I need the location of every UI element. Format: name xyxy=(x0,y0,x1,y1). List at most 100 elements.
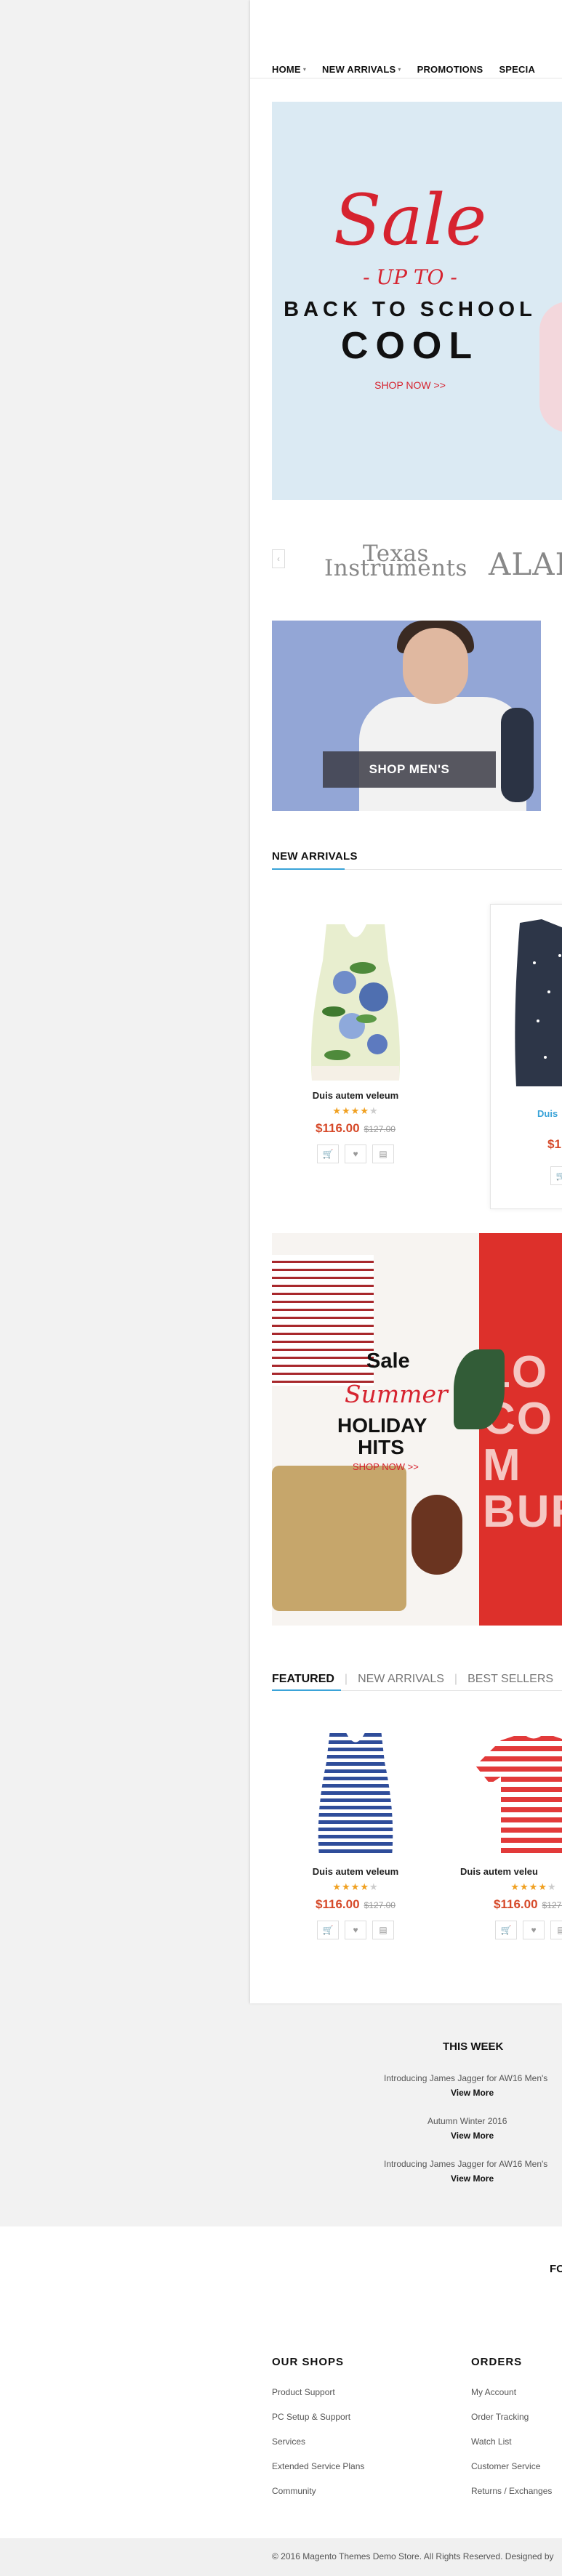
section-accent-bar xyxy=(272,1689,341,1691)
hero-shop-now-link[interactable]: SHOP NOW >> xyxy=(272,379,548,391)
footer-link[interactable]: Returns / Exchanges xyxy=(471,2486,552,2511)
product-name[interactable]: Duis autem veleum xyxy=(272,1866,439,1877)
product-old-price: $127.00 xyxy=(364,1124,396,1134)
nav-item-label: SPECIA xyxy=(499,63,536,75)
star-filled-icon: ★ xyxy=(332,1105,342,1116)
cart-icon[interactable]: 🛒 xyxy=(317,1921,339,1939)
view-more-link[interactable]: View More xyxy=(451,2131,494,2141)
brand-logo-texas-instruments[interactable]: Texas Instruments xyxy=(324,543,467,581)
hero-subheadline: COOL xyxy=(340,325,480,367)
hero-upto-text: - UP TO - xyxy=(363,265,457,289)
banner-shorts-image xyxy=(272,1466,406,1611)
hero-model-image xyxy=(539,302,562,432)
star-empty-icon: ★ xyxy=(369,1881,379,1892)
product-prices: $116.00 $127.00 xyxy=(272,1897,439,1912)
footer-link[interactable]: Watch List xyxy=(471,2436,552,2461)
copyright-bar: © 2016 Magento Themes Demo Store. All Ri… xyxy=(0,2538,562,2576)
banner-shoe-image xyxy=(412,1495,462,1575)
rating-stars: ★★★★★ xyxy=(450,1881,562,1893)
blog-post-title[interactable]: Introducing James Jagger for AW16 Men's xyxy=(384,2073,547,2083)
footer-link[interactable]: My Account xyxy=(471,2387,552,2412)
product-image[interactable] xyxy=(472,1726,562,1860)
product-price: $116.00 xyxy=(316,1897,360,1911)
footer-link[interactable]: Extended Service Plans xyxy=(272,2461,364,2486)
this-week-title: THIS WEEK xyxy=(443,2040,504,2053)
tab-separator: | xyxy=(344,1673,348,1685)
star-filled-icon: ★ xyxy=(332,1881,342,1892)
product-price: $1 xyxy=(547,1137,561,1151)
cart-icon[interactable]: 🛒 xyxy=(550,1166,562,1185)
product-card-hover[interactable]: Duis $1 🛒 xyxy=(490,904,562,1209)
banner-palm-leaf-image xyxy=(454,1349,505,1429)
product-image[interactable] xyxy=(294,917,417,1084)
star-filled-icon: ★ xyxy=(529,1881,539,1892)
product-name[interactable]: Duis xyxy=(537,1108,558,1119)
product-actions: 🛒 ♥ ▤ xyxy=(272,1921,439,1939)
hero-headline: BACK TO SCHOOL xyxy=(284,298,537,321)
compare-icon[interactable]: ▤ xyxy=(372,1144,394,1163)
hero-banner[interactable]: Sale - UP TO - BACK TO SCHOOL COOL SHOP … xyxy=(272,102,562,500)
tab-best-sellers[interactable]: BEST SELLERS xyxy=(467,1673,553,1686)
product-card[interactable]: Duis autem veleu ★★★★★ $116.00 $127.00 🛒 … xyxy=(450,1726,562,1939)
compare-icon[interactable]: ▤ xyxy=(372,1921,394,1939)
product-name[interactable]: Duis autem veleu xyxy=(450,1866,562,1877)
blog-post-title[interactable]: Introducing James Jagger for AW16 Men's xyxy=(384,2159,547,2169)
shop-mens-button[interactable]: SHOP MEN'S xyxy=(323,751,496,788)
chevron-left-icon[interactable]: ‹ xyxy=(272,549,285,568)
banner-striped-tee-image xyxy=(272,1255,374,1386)
heart-icon[interactable]: ♥ xyxy=(345,1921,366,1939)
product-card[interactable]: Duis autem veleum ★★★★★ $116.00 $127.00 🛒… xyxy=(272,1726,439,1939)
compare-icon[interactable]: ▤ xyxy=(550,1921,562,1939)
heart-icon[interactable]: ♥ xyxy=(523,1921,545,1939)
summer-headline-line1: HOLIDAY xyxy=(337,1414,427,1437)
footer-link[interactable]: Customer Service xyxy=(471,2461,552,2486)
product-old-price: $127.00 xyxy=(364,1900,396,1910)
star-filled-icon: ★ xyxy=(538,1881,547,1892)
tab-new-arrivals[interactable]: NEW ARRIVALS xyxy=(358,1673,444,1686)
product-card[interactable]: Duis autem veleum ★★★★★ $116.00 $127.00 🛒… xyxy=(272,917,439,1163)
nav-item-home[interactable]: HOME ▾ xyxy=(272,64,306,75)
star-filled-icon: ★ xyxy=(350,1105,361,1116)
brand-logo-text: Instruments xyxy=(324,555,467,581)
summer-sale-text: Sale xyxy=(366,1349,410,1373)
striped-tee-icon xyxy=(475,1733,562,1853)
footer-column-orders: ORDERS My Account Order Tracking Watch L… xyxy=(471,2356,552,2511)
hero-sale-text: Sale xyxy=(333,179,487,261)
brand-logo-aladdin[interactable]: ALADD xyxy=(489,546,562,582)
main-navigation: HOME ▾ NEW ARRIVALS ▾ PROMOTIONS SPECIA xyxy=(272,61,562,77)
footer-link[interactable]: PC Setup & Support xyxy=(272,2412,364,2436)
product-old-price: $127.00 xyxy=(542,1900,562,1910)
footer-link[interactable]: Community xyxy=(272,2486,364,2511)
footer-link[interactable]: Product Support xyxy=(272,2387,364,2412)
product-price: $116.00 xyxy=(494,1897,538,1911)
summer-holiday-banner[interactable]: LO CO M BUR Sale Summer HOLIDAY HITS SHO… xyxy=(272,1233,562,1626)
product-image[interactable] xyxy=(294,1726,417,1860)
footer-link[interactable]: Order Tracking xyxy=(471,2412,552,2436)
tab-separator: | xyxy=(454,1673,458,1685)
heart-icon[interactable]: ♥ xyxy=(345,1144,366,1163)
summer-script-text: Summer xyxy=(345,1380,448,1408)
cart-icon[interactable]: 🛒 xyxy=(317,1144,339,1163)
cart-icon[interactable]: 🛒 xyxy=(495,1921,517,1939)
product-name[interactable]: Duis autem veleum xyxy=(272,1090,439,1101)
shop-mens-banner[interactable]: SHOP MEN'S xyxy=(272,621,541,811)
footer-column-heading: ORDERS xyxy=(471,2356,523,2368)
rating-stars: ★★★★★ xyxy=(272,1881,439,1893)
blog-post-title[interactable]: Autumn Winter 2016 xyxy=(427,2116,507,2126)
nav-item-specials[interactable]: SPECIA xyxy=(499,64,535,75)
section-accent-bar xyxy=(272,868,345,870)
new-arrivals-title: NEW ARRIVALS xyxy=(272,850,358,863)
summer-headline: HOLIDAY HITS xyxy=(337,1414,427,1458)
summer-shop-now-link[interactable]: SHOP NOW >> xyxy=(353,1461,419,1472)
product-actions: 🛒 ♥ ▤ xyxy=(272,1144,439,1163)
view-more-link[interactable]: View More xyxy=(451,2173,494,2184)
brand-carousel: ‹ Texas Instruments ALADD xyxy=(272,536,562,587)
main-content-sheet: HOME ▾ NEW ARRIVALS ▾ PROMOTIONS SPECIA … xyxy=(250,0,562,2003)
star-filled-icon: ★ xyxy=(520,1881,529,1892)
nav-item-new-arrivals[interactable]: NEW ARRIVALS ▾ xyxy=(322,64,401,75)
product-actions: 🛒 ♥ ▤ xyxy=(450,1921,562,1939)
footer-link[interactable]: Services xyxy=(272,2436,364,2461)
nav-item-promotions[interactable]: PROMOTIONS xyxy=(417,64,483,75)
view-more-link[interactable]: View More xyxy=(451,2088,494,2098)
tab-featured[interactable]: FEATURED xyxy=(272,1673,334,1686)
